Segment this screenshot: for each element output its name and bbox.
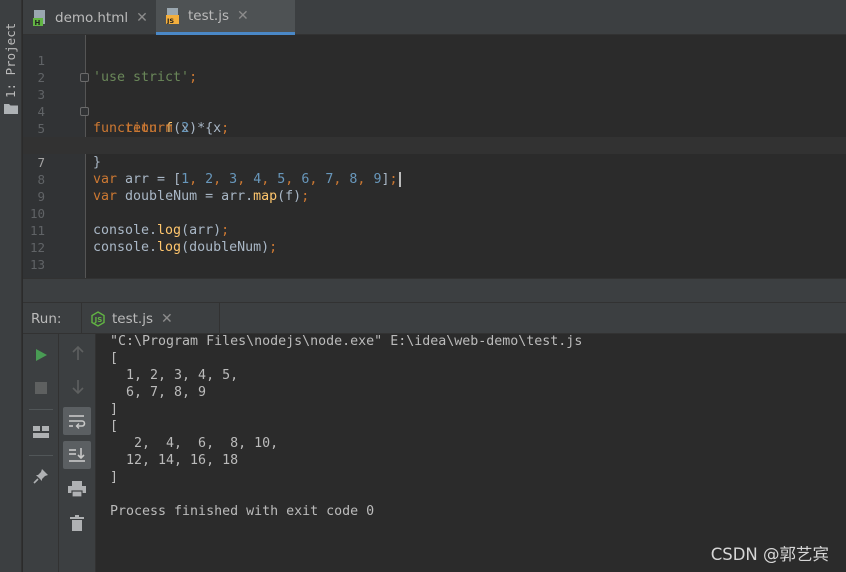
printer-icon (68, 481, 86, 497)
line-number: 13 (29, 257, 45, 272)
html-file-icon: H (33, 9, 49, 27)
previous-occurrence-button[interactable] (64, 339, 92, 367)
code-line: 5 } (23, 103, 846, 170)
nodejs-icon: JS (91, 310, 105, 327)
console-line: [ (110, 351, 119, 366)
rerun-button[interactable] (27, 341, 55, 369)
run-toolbar-secondary (59, 334, 96, 572)
scroll-to-end-button[interactable] (63, 441, 91, 469)
svg-text:JS: JS (94, 316, 103, 324)
trash-icon (70, 515, 84, 531)
code-editor[interactable]: 1 'use strict'; 2 3 function f(x) { 4 re… (23, 35, 846, 278)
code-line: 1 'use strict'; (23, 35, 846, 85)
console-line: ] (110, 470, 119, 485)
js-file-icon: JS (166, 8, 182, 25)
code-line: 12 (23, 222, 846, 255)
pin-icon (33, 469, 48, 484)
console-line: 6, 7, 8, 9 (110, 385, 207, 400)
code-line: 8 var doubleNum = arr.map(f); (23, 154, 846, 204)
close-icon[interactable]: ✕ (161, 311, 173, 327)
fold-marker-icon[interactable] (80, 73, 89, 82)
code-line: 3 function f(x) { (23, 69, 846, 136)
panel-splitter[interactable] (23, 278, 846, 303)
run-panel-header: Run: JS test.js ✕ (23, 303, 846, 334)
console-line: "C:\Program Files\nodejs\node.exe" E:\id… (110, 334, 583, 349)
code-line: 9 (23, 171, 846, 204)
stop-button[interactable] (27, 374, 55, 402)
run-toolbar-primary (23, 334, 59, 572)
toolbar-divider (29, 409, 53, 410)
next-occurrence-button[interactable] (64, 373, 92, 401)
tab-demo-html[interactable]: H demo.html ✕ (33, 0, 160, 35)
folder-icon (4, 104, 18, 114)
run-label: Run: (31, 311, 62, 327)
code-line: 6 (23, 120, 846, 153)
code-line: 11 console.log(doubleNum); (23, 205, 846, 255)
svg-text:JS: JS (166, 17, 174, 24)
pin-tab-button[interactable] (27, 462, 55, 490)
console-line: ] (110, 402, 119, 417)
tab-label: demo.html (55, 9, 129, 26)
editor-tab-bar: H demo.html ✕ JS test.js ✕ (23, 0, 846, 35)
project-tab-label: 1: Project (3, 22, 18, 98)
code-line: 2 (23, 52, 846, 85)
close-icon[interactable]: ✕ (136, 10, 148, 26)
print-button[interactable] (63, 475, 91, 503)
clear-all-button[interactable] (63, 509, 91, 537)
scroll-to-end-icon (69, 448, 85, 462)
toolbar-divider (29, 455, 53, 456)
left-tool-strip: 1: Project (0, 0, 22, 572)
arrow-down-icon (72, 380, 84, 395)
tab-label: test.js (188, 8, 230, 24)
soft-wrap-icon (69, 415, 86, 429)
watermark-text: CSDN @郭艺宾 (710, 545, 829, 564)
console-line: [ (110, 419, 119, 434)
project-tool-tab[interactable]: 1: Project (0, 4, 22, 116)
tab-test-js[interactable]: JS test.js ✕ (156, 0, 295, 35)
code-line-current: 7 var arr = [1, 2, 3, 4, 5, 6, 7, 8, 9]; (23, 137, 846, 187)
code-line: 13 (23, 239, 846, 272)
svg-text:H: H (35, 19, 41, 26)
close-icon[interactable]: ✕ (237, 8, 249, 24)
console-line: Process finished with exit code 0 (110, 504, 375, 519)
arrow-up-icon (72, 345, 84, 360)
layout-icon (33, 426, 49, 438)
console-line: 1, 2, 3, 4, 5, (110, 368, 239, 383)
run-tab-label: test.js (112, 310, 154, 327)
console-line: 12, 14, 16, 18 (110, 453, 239, 468)
fold-marker-icon[interactable] (80, 107, 89, 116)
stop-icon (35, 382, 47, 394)
layout-button[interactable] (27, 418, 55, 446)
run-tab-test-js[interactable]: JS test.js ✕ (81, 303, 220, 334)
code-line: 10 console.log(arr); (23, 188, 846, 238)
play-icon (36, 349, 47, 361)
soft-wrap-button[interactable] (63, 407, 91, 435)
code-line: 4 return 2 * x; (23, 86, 846, 136)
console-output[interactable]: "C:\Program Files\nodejs\node.exe" E:\id… (97, 334, 846, 572)
console-line: 2, 4, 6, 8, 10, (110, 436, 279, 451)
